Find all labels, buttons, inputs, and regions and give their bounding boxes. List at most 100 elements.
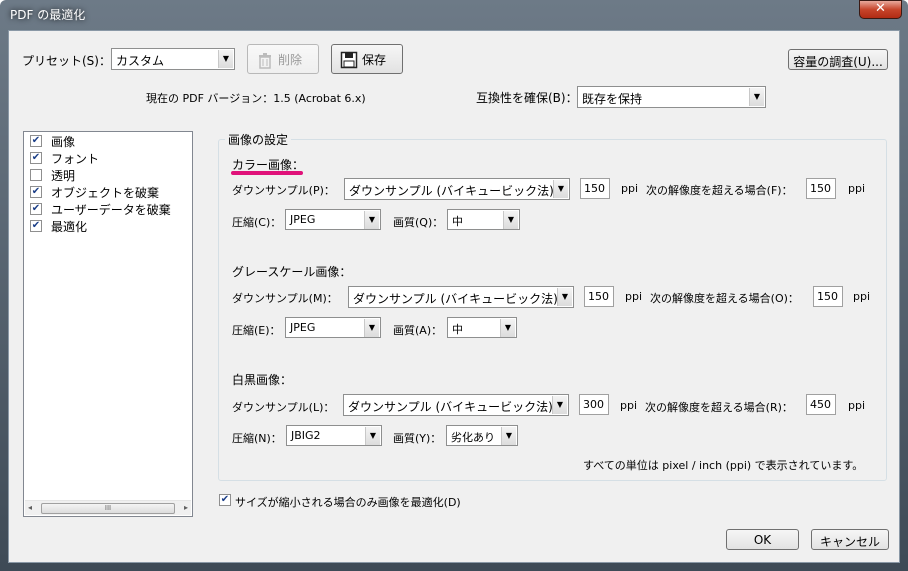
select-value: ダウンサンプル (バイキュービック法)	[349, 184, 554, 198]
scroll-left-icon[interactable]: ◂	[28, 503, 32, 512]
category-item-optimize[interactable]: ✔ 最適化	[28, 218, 190, 235]
ppi-unit: ppi	[853, 290, 871, 303]
mono-downsample-select[interactable]: ダウンサンプル (バイキュービック法) ▼	[343, 394, 569, 416]
checkbox[interactable]: ✔	[30, 186, 42, 198]
select-value: JPEG	[290, 213, 316, 226]
category-item-discard-objects[interactable]: ✔ オブジェクトを破棄	[28, 184, 190, 201]
chevron-down-icon: ▼	[553, 180, 568, 198]
select-value: ダウンサンプル (バイキュービック法)	[353, 292, 558, 306]
chevron-down-icon: ▼	[501, 427, 516, 445]
compat-select[interactable]: 既存を保持 ▼	[577, 86, 766, 108]
color-above-ppi-input[interactable]: 150	[806, 178, 836, 199]
gray-section-title: グレースケール画像：	[232, 265, 352, 279]
chevron-down-icon: ▼	[365, 427, 380, 445]
chevron-down-icon: ▼	[364, 211, 379, 229]
category-item-images[interactable]: ✔ 画像	[28, 133, 190, 150]
chevron-down-icon: ▼	[557, 288, 572, 306]
only-shrink-label: サイズが縮小される場合のみ画像を最適化(D)	[235, 496, 461, 509]
category-label: 最適化	[51, 220, 88, 234]
chevron-down-icon: ▼	[500, 319, 515, 337]
category-label: フォント	[51, 152, 100, 166]
mono-above-ppi-input[interactable]: 450	[806, 394, 836, 415]
mono-compress-label: 圧縮(N)：	[232, 432, 282, 445]
category-label: 透明	[51, 169, 76, 183]
checkbox[interactable]: ✔	[30, 203, 42, 215]
color-compress-select[interactable]: JPEG ▼	[285, 209, 381, 230]
group-title: 画像の設定	[225, 131, 292, 148]
only-shrink-checkbox[interactable]: ✔	[219, 494, 231, 506]
mono-downsample-label: ダウンサンプル(L)：	[232, 401, 335, 414]
scroll-thumb[interactable]: III	[41, 503, 175, 514]
save-button[interactable]: 保存	[331, 44, 403, 74]
mono-quality-label: 画質(Y)：	[393, 432, 442, 445]
audit-space-button[interactable]: 容量の調査(U)...	[788, 49, 888, 70]
chevron-down-icon: ▼	[503, 211, 518, 229]
color-quality-label: 画質(Q)：	[393, 216, 444, 229]
mono-section-title: 白黒画像：	[232, 373, 293, 387]
select-value: 劣化あり	[451, 431, 495, 444]
chevron-down-icon: ▼	[364, 319, 379, 337]
compat-label: 互換性を確保(B)：	[476, 91, 578, 105]
select-value: JPEG	[290, 321, 316, 334]
gray-quality-label: 画質(A)：	[393, 324, 443, 337]
highlight-underline	[231, 171, 303, 175]
gray-downsample-label: ダウンサンプル(M)：	[232, 292, 338, 305]
color-downsample-select[interactable]: ダウンサンプル (バイキュービック法) ▼	[344, 178, 570, 200]
checkbox[interactable]: ✔	[30, 220, 42, 232]
gray-ppi-input[interactable]: 150	[584, 286, 614, 307]
gray-compress-select[interactable]: JPEG ▼	[285, 317, 381, 338]
ok-button[interactable]: OK	[726, 529, 799, 550]
ppi-unit: ppi	[625, 290, 643, 303]
color-ppi-input[interactable]: 150	[580, 178, 610, 199]
checkbox[interactable]	[30, 169, 42, 181]
cancel-label: キャンセル	[819, 535, 880, 549]
color-compress-label: 圧縮(C)：	[232, 216, 282, 229]
units-note: すべての単位は pixel / inch (ppi) で表示されています。	[583, 459, 864, 472]
checkbox[interactable]: ✔	[30, 135, 42, 147]
delete-button[interactable]: 削除	[247, 44, 319, 74]
gray-downsample-select[interactable]: ダウンサンプル (バイキュービック法) ▼	[348, 286, 574, 308]
title-bar[interactable]: PDF の最適化 ✕	[0, 0, 908, 28]
save-disk-icon	[340, 51, 358, 69]
category-item-fonts[interactable]: ✔ フォント	[28, 150, 190, 167]
pdf-version-label: 現在の PDF バージョン：1.5 (Acrobat 6.x)	[146, 92, 366, 105]
select-value: JBIG2	[291, 429, 321, 442]
gray-above-ppi-input[interactable]: 150	[813, 286, 843, 307]
chevron-down-icon: ▼	[218, 50, 233, 68]
mono-quality-select[interactable]: 劣化あり ▼	[446, 425, 518, 446]
gray-above-label: 次の解像度を超える場合(O)：	[650, 292, 799, 305]
ppi-unit: ppi	[621, 182, 639, 195]
close-button[interactable]: ✕	[859, 0, 902, 19]
mono-ppi-input[interactable]: 300	[579, 394, 609, 415]
ppi-unit: ppi	[848, 399, 866, 412]
category-label: ユーザーデータを破棄	[51, 203, 171, 217]
trash-icon	[259, 53, 271, 69]
gray-compress-label: 圧縮(E)：	[232, 324, 281, 337]
category-label: 画像	[51, 135, 76, 149]
ok-label: OK	[753, 533, 772, 547]
category-item-transparency[interactable]: 透明	[28, 167, 190, 184]
cancel-button[interactable]: キャンセル	[811, 529, 889, 550]
horizontal-scrollbar[interactable]: ◂ III ▸	[25, 500, 191, 515]
delete-label: 削除	[278, 53, 303, 67]
select-value: ダウンサンプル (バイキュービック法)	[348, 400, 553, 414]
select-value: 中	[452, 323, 463, 336]
color-quality-select[interactable]: 中 ▼	[447, 209, 520, 230]
compat-value: 既存を保持	[582, 92, 643, 106]
category-item-discard-user-data[interactable]: ✔ ユーザーデータを破棄	[28, 201, 190, 218]
category-list[interactable]: ✔ 画像 ✔ フォント 透明 ✔ オブジェクトを破棄 ✔ ユーザーデータを破棄 …	[23, 131, 193, 517]
ppi-unit: ppi	[620, 399, 638, 412]
chevron-down-icon: ▼	[552, 396, 567, 414]
checkbox[interactable]: ✔	[30, 152, 42, 164]
preset-select[interactable]: カスタム ▼	[111, 48, 235, 70]
chevron-down-icon: ▼	[749, 88, 764, 106]
preset-label: プリセット(S)：	[22, 54, 111, 68]
mono-compress-select[interactable]: JBIG2 ▼	[286, 425, 382, 446]
color-downsample-label: ダウンサンプル(P)：	[232, 184, 335, 197]
preset-value: カスタム	[116, 54, 165, 68]
color-above-label: 次の解像度を超える場合(F)：	[646, 184, 793, 197]
scroll-right-icon[interactable]: ▸	[184, 503, 188, 512]
save-label: 保存	[362, 53, 387, 67]
window-title: PDF の最適化	[10, 8, 86, 22]
gray-quality-select[interactable]: 中 ▼	[447, 317, 517, 338]
